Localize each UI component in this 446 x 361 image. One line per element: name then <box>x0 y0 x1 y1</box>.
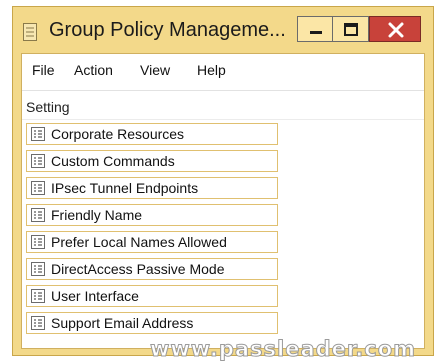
setting-icon <box>31 262 45 276</box>
menu-help[interactable]: Help <box>197 62 226 78</box>
list-item[interactable]: Prefer Local Names Allowed <box>26 231 278 253</box>
setting-icon <box>31 154 45 168</box>
menu-file[interactable]: File <box>32 62 55 78</box>
list-item-label: DirectAccess Passive Mode <box>51 261 225 277</box>
setting-icon <box>31 208 45 222</box>
menu-action[interactable]: Action <box>74 62 113 78</box>
maximize-icon <box>344 23 358 36</box>
setting-icon <box>31 181 45 195</box>
close-icon <box>388 22 404 38</box>
list-item-label: User Interface <box>51 288 139 304</box>
list-item-label: Friendly Name <box>51 207 143 223</box>
client-area: File Action View Help Setting Corporate … <box>21 53 425 349</box>
list-item-label: Support Email Address <box>51 315 194 331</box>
list-item[interactable]: Support Email Address <box>26 312 278 334</box>
setting-icon <box>31 316 45 330</box>
minimize-icon <box>310 31 322 34</box>
watermark: www.passleader.com <box>149 337 417 361</box>
settings-list: Setting Corporate Resources Custom Comman… <box>22 90 424 349</box>
app-window: Group Policy Manageme... File Action Vie… <box>12 6 434 356</box>
column-header-setting[interactable]: Setting <box>26 99 70 115</box>
menu-bar: File Action View Help <box>22 54 424 86</box>
list-item[interactable]: Custom Commands <box>26 150 278 172</box>
list-item[interactable]: Corporate Resources <box>26 123 278 145</box>
setting-icon <box>31 127 45 141</box>
menu-view[interactable]: View <box>140 62 170 78</box>
list-item[interactable]: Friendly Name <box>26 204 278 226</box>
list-item-label: Prefer Local Names Allowed <box>51 234 227 250</box>
setting-icon <box>31 235 45 249</box>
list-item[interactable]: IPsec Tunnel Endpoints <box>26 177 278 199</box>
header-divider <box>22 119 424 120</box>
list-item[interactable]: DirectAccess Passive Mode <box>26 258 278 280</box>
list-item-label: IPsec Tunnel Endpoints <box>51 180 199 196</box>
list-item-label: Custom Commands <box>51 153 175 169</box>
title-bar[interactable]: Group Policy Manageme... <box>13 7 433 53</box>
app-icon <box>23 23 37 41</box>
close-button[interactable] <box>369 16 421 42</box>
maximize-button[interactable] <box>333 16 369 42</box>
list-item[interactable]: User Interface <box>26 285 278 307</box>
window-title: Group Policy Manageme... <box>49 19 286 41</box>
setting-icon <box>31 289 45 303</box>
list-item-label: Corporate Resources <box>51 126 185 142</box>
minimize-button[interactable] <box>297 16 333 42</box>
